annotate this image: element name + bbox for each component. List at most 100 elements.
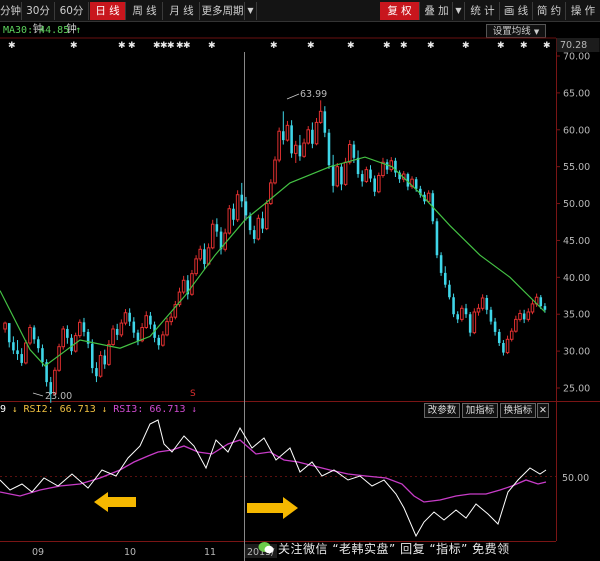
candle-up <box>24 342 28 364</box>
candle-down <box>360 174 364 182</box>
x-label-10: 10 <box>124 547 136 558</box>
candle-down <box>232 208 235 220</box>
candle-up <box>526 311 531 320</box>
candle-down <box>149 315 152 325</box>
candle-down <box>157 337 161 346</box>
event-star-icon[interactable]: ✱ <box>118 41 126 51</box>
candle-down <box>244 201 248 216</box>
candle-up <box>335 166 340 187</box>
candle-down <box>369 169 372 179</box>
event-star-icon[interactable]: ✱ <box>70 41 78 51</box>
event-star-icon[interactable]: ✱ <box>497 41 505 51</box>
candle-down <box>41 348 44 363</box>
close-indicator-icon[interactable]: ✕ <box>537 403 549 418</box>
candle-down <box>468 314 472 333</box>
kline-chart[interactable]: ✱ ✱ ✱ ✱ ✱ ✱ ✱ ✱ ✱ ✱ ✱ ✱ ✱ ✱ ✱ ✱ ✱ ✱ ✱ ✱ 70.00 65.00 60.00 55.0… <box>0 0 600 561</box>
rsi3-value: RSI3: 66.713 <box>113 404 186 415</box>
event-star-icon[interactable]: ✱ <box>462 41 470 51</box>
watermark-text: 关注微信 “老韩实盘” 回复 “指标” 免费领 <box>278 542 510 556</box>
rsi1-value: 9 <box>0 404 7 415</box>
candle-down <box>103 355 107 365</box>
candle-up <box>293 144 298 154</box>
high-label: 63.99 <box>300 89 327 100</box>
event-star-icon[interactable]: ✱ <box>347 41 355 51</box>
candle-down <box>452 297 455 315</box>
event-star-icon[interactable]: ✱ <box>208 41 216 51</box>
candle-down <box>20 354 23 363</box>
candle-up <box>78 321 82 337</box>
event-star-icon[interactable]: ✱ <box>520 41 528 51</box>
event-star-icon[interactable]: ✱ <box>383 41 391 51</box>
candle-up <box>169 316 173 323</box>
event-star-icon[interactable]: ✱ <box>543 41 551 51</box>
candle-down <box>66 328 69 338</box>
candle-up <box>3 322 7 330</box>
candle-up <box>165 321 169 336</box>
candle-down <box>373 178 376 192</box>
event-star-icon[interactable]: ✱ <box>400 41 408 51</box>
candle-down <box>290 125 293 154</box>
candle-up <box>426 192 431 202</box>
event-star-icon[interactable]: ✱ <box>167 41 175 51</box>
candle-up <box>256 217 261 240</box>
switch-indicator-button[interactable]: 换指标 <box>500 403 536 418</box>
rsi2-down-icon: ↓ <box>101 405 108 415</box>
event-star-icon[interactable]: ✱ <box>307 41 315 51</box>
candle-down <box>298 145 302 157</box>
candle-up <box>123 312 128 324</box>
candle-down <box>282 131 285 141</box>
x-label-09: 09 <box>32 547 44 558</box>
candle-down <box>327 132 331 166</box>
price-tick-label: 40.00 <box>563 273 590 284</box>
price-tick-label: 45.00 <box>563 236 590 247</box>
candle-down <box>435 221 439 256</box>
candle-down <box>311 129 314 144</box>
event-star-icon[interactable]: ✱ <box>427 41 435 51</box>
sell-signal-marker: S <box>190 389 196 399</box>
candle-up <box>107 343 111 365</box>
candle-up <box>364 169 369 182</box>
candle-up <box>285 124 290 141</box>
candle-up <box>314 121 319 145</box>
rsi2-line <box>0 419 547 538</box>
event-star-icon[interactable]: ✱ <box>183 41 191 51</box>
candle-up <box>161 334 165 346</box>
change-params-button[interactable]: 改参数 <box>424 403 460 418</box>
price-axis: 70.00 65.00 60.00 55.00 50.00 45.00 40.00 35.00… <box>556 52 590 395</box>
candle-down <box>331 165 335 186</box>
candle-up <box>98 355 103 377</box>
candle-down <box>252 230 256 239</box>
price-tick-label: 55.00 <box>563 162 590 173</box>
candle-up <box>277 130 281 161</box>
high-pointer <box>286 93 300 100</box>
candle-up <box>343 161 348 185</box>
candle-up <box>269 182 273 205</box>
event-star-icon[interactable]: ✱ <box>128 41 136 51</box>
candle-up <box>190 273 194 295</box>
candle-down <box>323 111 327 133</box>
rsi3-down-icon: ↓ <box>191 405 197 415</box>
candle-down <box>261 218 264 229</box>
candle-down <box>493 321 497 332</box>
candle-up <box>223 232 227 250</box>
candle-down <box>414 179 418 189</box>
candle-down <box>37 339 40 349</box>
x-label-11: 11 <box>204 547 216 558</box>
candles <box>3 100 547 403</box>
price-tick-label: 60.00 <box>563 125 590 136</box>
event-star-icon[interactable]: ✱ <box>270 41 278 51</box>
candle-down <box>203 249 206 265</box>
price-tick-label: 70.00 <box>563 52 590 63</box>
candle-up <box>119 322 124 336</box>
candle-down <box>215 224 219 232</box>
candle-down <box>128 312 131 322</box>
rsi2-value: RSI2: 66.713 <box>23 404 96 415</box>
candle-down <box>90 343 94 369</box>
candle-down <box>132 321 136 333</box>
low-label: 23.00 <box>45 391 72 402</box>
candle-up <box>181 279 186 293</box>
add-indicator-button[interactable]: 加指标 <box>462 403 498 418</box>
event-star-icon[interactable]: ✱ <box>8 41 16 51</box>
candle-up <box>472 311 477 334</box>
candle-up <box>144 315 149 329</box>
